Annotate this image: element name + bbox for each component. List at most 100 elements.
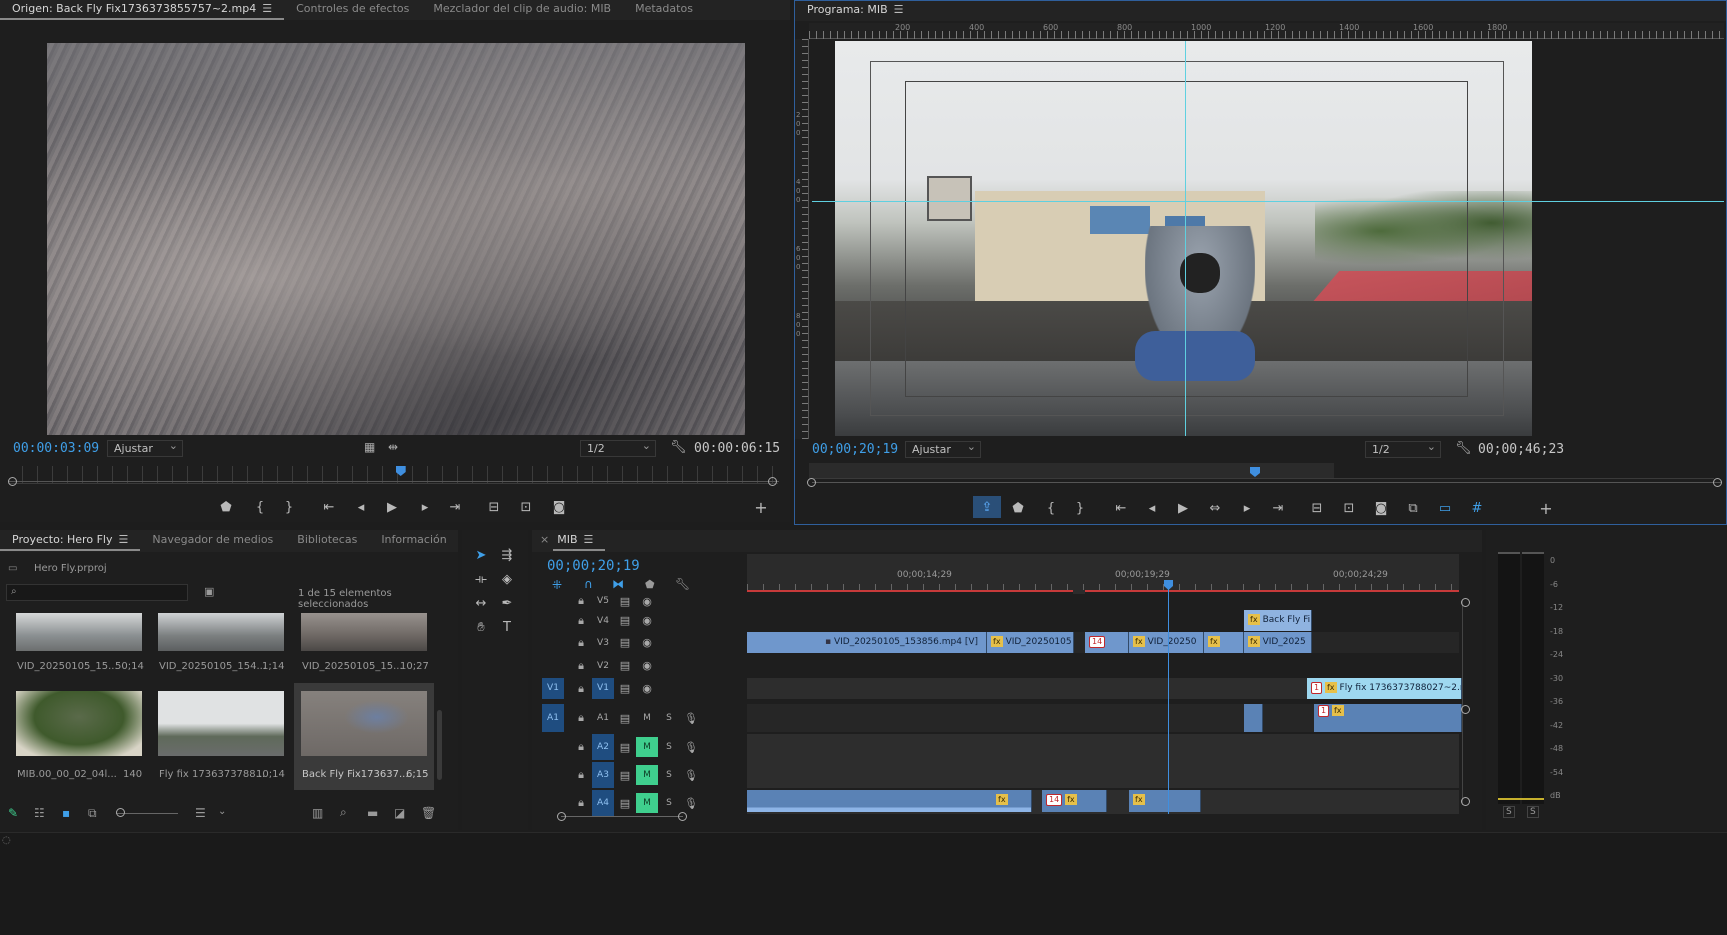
add-marker-icon[interactable]: ⬟	[645, 578, 655, 591]
step-back-icon[interactable]: ◂	[1141, 497, 1163, 519]
mark-out-icon[interactable]: }	[278, 496, 300, 518]
timeline-timecode[interactable]: 00;00;20;19	[547, 558, 640, 574]
sync-lock-icon[interactable]: ▤	[614, 741, 636, 754]
close-icon[interactable]: ×	[532, 531, 553, 551]
timeline-vscroll[interactable]	[1462, 600, 1468, 805]
list-item[interactable]	[301, 691, 427, 756]
tab-audio-clip-mixer[interactable]: Mezclador del clip de audio: MIB	[421, 0, 623, 20]
list-view-icon[interactable]: ☷	[34, 806, 45, 820]
sync-lock-icon[interactable]: ▤	[614, 682, 636, 695]
tab-info[interactable]: Información	[369, 531, 458, 551]
automate-to-sequence-icon[interactable]: ▥	[312, 806, 323, 820]
hscroll-handle-right[interactable]	[678, 812, 687, 821]
source-playhead-timecode[interactable]: 00:00:03:09	[13, 441, 99, 456]
add-marker-icon[interactable]: ⬟	[215, 496, 237, 518]
sync-lock-icon[interactable]: ▤	[614, 636, 636, 649]
mic-icon[interactable]: 🎙︎	[680, 797, 702, 810]
eye-icon[interactable]: ◉	[636, 614, 658, 627]
mute-button[interactable]: M	[636, 765, 658, 785]
insert-icon[interactable]: ⊟	[483, 496, 505, 518]
clip-a4-audio-c[interactable]: fx	[1129, 790, 1201, 812]
lock-icon[interactable]: 🔒︎	[570, 614, 592, 628]
find-icon[interactable]: ⌕	[340, 805, 347, 820]
sync-lock-icon[interactable]: ▤	[614, 659, 636, 672]
wrench-icon[interactable]: 🔧︎	[1455, 441, 1472, 456]
zoom-handle-left[interactable]	[8, 477, 17, 486]
timeline-hscroll[interactable]	[561, 816, 683, 817]
scroll-handle[interactable]	[1461, 797, 1470, 806]
snap-icon[interactable]: ∩	[584, 577, 593, 591]
list-item[interactable]	[158, 691, 284, 756]
list-item[interactable]	[158, 613, 284, 651]
eye-icon[interactable]: ◉	[636, 659, 658, 672]
source-resolution-dropdown[interactable]: 1/2	[580, 438, 656, 457]
lock-icon[interactable]: 🔒︎	[570, 796, 592, 810]
step-back-icon[interactable]: ◂	[350, 496, 372, 518]
timeline-ruler[interactable]: 00;00;14;29 00;00;19;29 00;00;24;29	[747, 554, 1459, 592]
mute-button[interactable]: M	[636, 793, 658, 813]
mute-button[interactable]: M	[636, 713, 658, 723]
panel-menu-icon[interactable]: ☰	[262, 2, 272, 15]
zoom-handle-left[interactable]	[807, 478, 816, 487]
export-frame-icon[interactable]: ◙	[548, 496, 570, 518]
go-to-in-icon[interactable]: ⇤	[1110, 497, 1132, 519]
tab-libraries[interactable]: Bibliotecas	[285, 531, 369, 551]
mic-icon[interactable]: 🎙︎	[680, 741, 702, 754]
nest-toggle-icon[interactable]: ⁜	[552, 578, 562, 592]
new-search-bin-icon[interactable]: ▣	[204, 585, 214, 598]
ripple-edit-tool-icon[interactable]: ⟛	[470, 568, 492, 590]
tab-program[interactable]: Programa: MIB ☰	[795, 1, 916, 21]
pencil-icon[interactable]: ✎	[8, 806, 18, 820]
overwrite-icon[interactable]: ⊡	[515, 496, 537, 518]
guide-horizontal[interactable]	[812, 201, 1724, 202]
track-select-tool-icon[interactable]: ⇶	[496, 544, 518, 566]
program-resolution-dropdown[interactable]: 1/2	[1365, 439, 1441, 458]
extract-icon[interactable]: ⊡	[1338, 497, 1360, 519]
lock-icon[interactable]: 🔒︎	[570, 711, 592, 725]
go-to-in-icon[interactable]: ⇤	[318, 496, 340, 518]
go-to-out-icon[interactable]: ⇥	[1267, 497, 1289, 519]
add-marker-icon[interactable]: ⬟	[1007, 497, 1029, 519]
clip-v4-back-fly[interactable]: fx Back Fly Fi	[1244, 610, 1312, 631]
step-forward-icon[interactable]: ▸	[414, 496, 436, 518]
lock-icon[interactable]: 🔒︎	[570, 768, 592, 782]
sync-lock-icon[interactable]: ▤	[614, 614, 636, 627]
sort-icon[interactable]: ☰	[195, 806, 206, 820]
zoom-handle-right[interactable]	[768, 477, 777, 486]
freeform-view-icon[interactable]: ⧉	[88, 806, 97, 821]
eye-icon[interactable]: ◉	[636, 682, 658, 695]
source-zoom-bar[interactable]	[9, 481, 779, 482]
zoom-slider-handle[interactable]	[116, 808, 125, 817]
tab-effect-controls[interactable]: Controles de efectos	[284, 0, 421, 20]
source-patch-a1[interactable]: A1	[542, 704, 564, 732]
mute-button[interactable]: M	[636, 737, 658, 757]
scroll-handle[interactable]	[1461, 705, 1470, 714]
button-editor-icon[interactable]: +	[750, 496, 772, 518]
program-zoom-bar[interactable]	[812, 482, 1722, 483]
solo-button[interactable]: S	[658, 770, 680, 780]
tab-sequence[interactable]: MIB ☰	[553, 531, 606, 551]
timeline-settings-icon[interactable]: 🔧︎	[675, 577, 690, 591]
selection-tool-icon[interactable]: ➤	[470, 544, 492, 566]
lock-icon[interactable]: 🔒︎	[570, 682, 592, 696]
program-fit-dropdown[interactable]: Ajustar	[905, 439, 981, 458]
export-frame-icon[interactable]: ◙	[1370, 497, 1392, 519]
tab-metadata[interactable]: Metadatos	[623, 0, 705, 20]
source-patch-v1[interactable]: V1	[542, 678, 564, 699]
trash-icon[interactable]: 🗑︎	[421, 806, 436, 820]
eye-icon[interactable]: ◉	[636, 636, 658, 649]
guide-vertical[interactable]	[1185, 41, 1186, 436]
linked-selection-icon[interactable]: ⧓	[612, 577, 624, 591]
timeline-playhead[interactable]	[1168, 582, 1169, 814]
lock-icon[interactable]: 🔒︎	[570, 659, 592, 673]
hand-tool-icon[interactable]: ✋︎	[470, 616, 492, 638]
new-item-icon[interactable]: ◪	[394, 806, 405, 820]
list-item[interactable]	[16, 691, 142, 756]
slip-tool-icon[interactable]: ↔	[470, 592, 492, 614]
safe-margins-icon[interactable]: ▭	[1434, 497, 1456, 519]
lift-icon[interactable]: ⊟	[1306, 497, 1328, 519]
tab-media-browser[interactable]: Navegador de medios	[140, 531, 285, 551]
go-to-out-icon[interactable]: ⇥	[444, 496, 466, 518]
solo-button[interactable]: S	[658, 742, 680, 752]
panel-menu-icon[interactable]: ☰	[118, 533, 128, 546]
